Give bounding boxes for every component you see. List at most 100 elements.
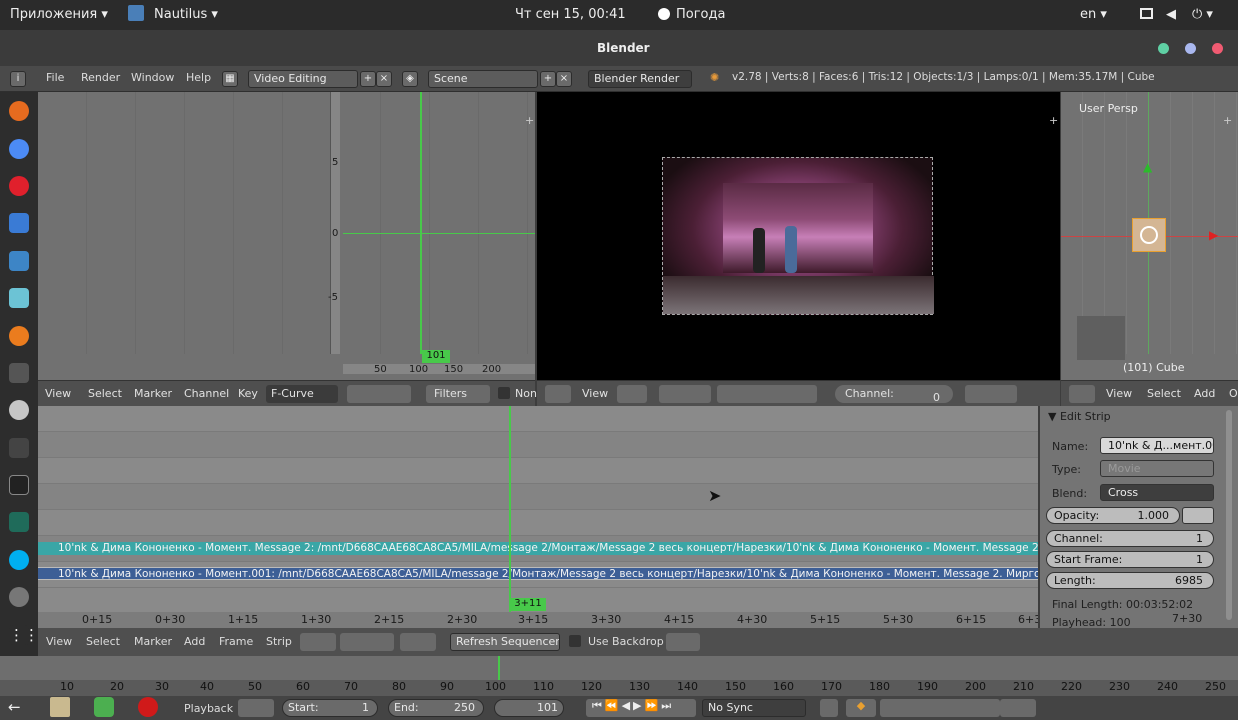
expand-icon[interactable]: + [525, 114, 534, 127]
3d-view-menu[interactable]: View [1106, 387, 1132, 400]
seq-marker-menu[interactable]: Marker [134, 635, 172, 651]
graph-view-menu[interactable]: View [45, 387, 71, 400]
document-icon[interactable] [9, 213, 29, 233]
graph-tool-icons[interactable] [347, 385, 411, 403]
playhead-line[interactable] [509, 406, 511, 614]
start-frame-field[interactable]: Start Frame: 1 [1046, 551, 1214, 568]
seq-select-menu[interactable]: Select [86, 635, 120, 651]
maximize-icon[interactable] [1185, 43, 1196, 54]
timeline-playhead[interactable] [498, 656, 500, 680]
active-app-menu[interactable]: Nautilus ▾ [154, 7, 218, 22]
use-backdrop-checkbox[interactable] [569, 635, 581, 647]
menu-window[interactable]: Window [131, 71, 174, 87]
keying-set-icons[interactable] [1000, 699, 1036, 717]
seq-add-menu[interactable]: Add [184, 635, 205, 651]
preview-view-menu[interactable]: View [582, 387, 608, 400]
applications-menu[interactable]: Приложения ▾ [10, 7, 108, 22]
clipboard-icon[interactable] [50, 697, 70, 717]
menu-file[interactable]: File [46, 71, 64, 87]
seq-mode-icons[interactable] [340, 633, 394, 651]
keying-set-field[interactable] [880, 699, 1000, 717]
movie-strip-selected[interactable]: 10'nk & Дима Кононенко - Момент.001: /mn… [38, 567, 1038, 580]
refresh-sequencer-button[interactable]: Refresh Sequencer [450, 633, 560, 651]
filters-button[interactable]: Filters [426, 385, 490, 403]
sync-mode-selector[interactable]: No Sync [702, 699, 806, 717]
remove-layout-icon[interactable]: × [376, 71, 392, 87]
playback-menu[interactable]: Playback [184, 702, 233, 718]
add-layout-icon[interactable]: + [360, 71, 376, 87]
opera-icon[interactable] [9, 176, 29, 196]
opacity-field[interactable]: Opacity: 1.000 [1046, 507, 1180, 524]
back-arrow-icon[interactable]: ← [8, 698, 21, 716]
auto-key-icon[interactable] [820, 699, 838, 717]
monitor-icon[interactable] [9, 512, 29, 532]
fcurve-mode-selector[interactable]: F-Curve [266, 385, 338, 403]
render-engine-selector[interactable]: Blender Render [588, 70, 692, 88]
graph-select-menu[interactable]: Select [88, 387, 122, 400]
add-scene-icon[interactable]: + [540, 71, 556, 87]
channel-field[interactable]: Channel: 0 [835, 385, 953, 404]
chromium-icon[interactable] [9, 139, 29, 159]
screen-icon[interactable] [1140, 8, 1153, 19]
clock[interactable]: Чт сен 15, 00:41 [515, 7, 626, 22]
terminal-icon[interactable] [9, 475, 29, 495]
3d-add-menu[interactable]: Add [1194, 387, 1215, 400]
remove-scene-icon[interactable]: × [556, 71, 572, 87]
show-apps-icon[interactable]: ⋮⋮ [9, 625, 39, 645]
mute-lock-icons[interactable] [1182, 507, 1214, 524]
seq-extra-icons[interactable] [666, 633, 700, 651]
only-selected-checkbox[interactable] [498, 387, 510, 399]
graph-editor[interactable]: 5 0 -5 50 100 150 200 101 + [38, 92, 535, 380]
graph-channel-menu[interactable]: Channel [184, 387, 229, 400]
preview-display-icons[interactable] [617, 385, 647, 403]
record-icon[interactable] [138, 697, 158, 717]
strip-name-field[interactable]: 10'nk & Д...мент.001 [1100, 437, 1214, 454]
android-icon[interactable] [94, 697, 114, 717]
skype-icon[interactable] [9, 550, 29, 570]
edit-strip-title[interactable]: ▼ Edit Strip [1048, 410, 1111, 423]
language-indicator[interactable]: en ▾ [1080, 7, 1107, 22]
firefox-icon[interactable] [9, 101, 29, 121]
graph-key-menu[interactable]: Key [238, 387, 258, 400]
disc-icon[interactable] [9, 400, 29, 420]
seq-frame-menu[interactable]: Frame [219, 635, 253, 651]
clock-app-icon[interactable] [9, 587, 29, 607]
close-icon[interactable] [1212, 43, 1223, 54]
sequencer-editor[interactable]: 10'nk & Дима Кононенко - Момент. Message… [38, 406, 1038, 628]
length-field[interactable]: Length: 6985 [1046, 572, 1214, 589]
blender-icon[interactable] [9, 326, 29, 346]
3d-object-menu[interactable]: Ol [1229, 387, 1238, 400]
3d-editor-type-icon[interactable] [1069, 385, 1095, 403]
files-icon[interactable] [9, 251, 29, 271]
end-frame-field[interactable]: End: 250 [388, 699, 484, 717]
3d-select-menu[interactable]: Select [1147, 387, 1181, 400]
minimize-icon[interactable] [1158, 43, 1169, 54]
expand-icon[interactable]: + [1049, 114, 1058, 127]
preview-channel-icons[interactable] [717, 385, 817, 403]
seq-overlay-icons[interactable] [400, 633, 436, 651]
expand-icon[interactable]: + [1223, 114, 1232, 127]
transport-controls[interactable]: ⏮⏪◀▶⏩⏭ [586, 699, 696, 717]
power-icon[interactable]: ⏻ ▾ [1192, 7, 1213, 22]
editor-icon[interactable] [9, 438, 29, 458]
preview-editor-type-icon[interactable] [545, 385, 571, 403]
preview-mode-icons[interactable] [659, 385, 711, 403]
blend-mode-selector[interactable]: Cross [1100, 484, 1214, 501]
current-frame-field[interactable]: 101 [494, 699, 564, 717]
panel-scrollbar[interactable] [1226, 410, 1232, 620]
seq-strip-menu[interactable]: Strip [266, 635, 292, 651]
keying-icons[interactable] [238, 699, 274, 717]
start-frame-field[interactable]: Start: 1 [282, 699, 378, 717]
editor-type-icon[interactable]: i [10, 71, 26, 87]
graph-marker-menu[interactable]: Marker [134, 387, 172, 400]
menu-render[interactable]: Render [81, 71, 120, 87]
seq-view-menu[interactable]: View [46, 635, 72, 651]
tool-icon[interactable] [9, 363, 29, 383]
scene-icon[interactable]: ◈ [402, 71, 418, 87]
image-viewer-icon[interactable] [9, 288, 29, 308]
channel-field[interactable]: Channel: 1 [1046, 530, 1214, 547]
time-ruler[interactable]: 0+15 0+30 1+15 1+30 2+15 2+30 3+15 3+30 … [38, 612, 1038, 628]
weather-label[interactable]: Погода [676, 7, 725, 22]
preview-extra-icons[interactable] [965, 385, 1017, 403]
menu-help[interactable]: Help [186, 71, 211, 87]
